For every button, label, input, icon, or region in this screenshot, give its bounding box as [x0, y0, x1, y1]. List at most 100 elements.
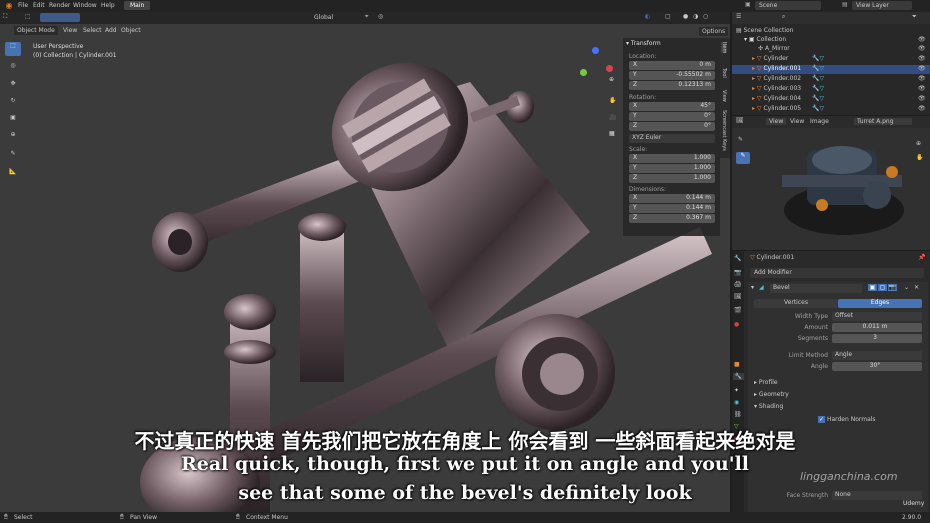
rotation-x-field[interactable]: X 45°	[629, 102, 715, 111]
limit-method-dropdown[interactable]: Angle	[832, 351, 922, 360]
menu-help[interactable]: Help	[101, 2, 115, 9]
image-pan-icon[interactable]: ✋	[916, 154, 923, 161]
add-modifier-dropdown[interactable]: Add Modifier	[750, 268, 924, 278]
shading-material-icon[interactable]: ◑	[693, 13, 698, 20]
tab-item[interactable]: Item	[721, 42, 727, 54]
rotation-y-field[interactable]: Y 0°	[629, 112, 715, 121]
outliner-row[interactable]: ▸ ▽ Cylinder.003 🔧▽ 👁	[732, 85, 930, 94]
image-annotate-tool-icon[interactable]: ✎	[736, 152, 750, 164]
workspace-tab-main[interactable]: Main	[124, 1, 151, 10]
remove-modifier-icon[interactable]: ✕	[914, 284, 919, 291]
outliner-filter-icon[interactable]: ⏷	[912, 13, 917, 21]
outliner-search-icon[interactable]: ⌕	[782, 13, 785, 21]
visibility-icon[interactable]: 👁	[918, 95, 926, 102]
geometry-subpanel[interactable]: ▸ Geometry	[754, 391, 789, 398]
collection-visibility-icon[interactable]: 👁	[918, 36, 926, 43]
editmode-toggle-icon[interactable]: ▣	[868, 284, 877, 291]
scale-y-field[interactable]: Y 1.000	[629, 164, 715, 173]
visibility-icon[interactable]: 👁	[918, 45, 926, 52]
scene-properties-icon[interactable]: 🎬	[734, 307, 741, 314]
render-toggle-icon[interactable]: 📷	[888, 284, 897, 291]
annotate-tool-icon[interactable]: ✎	[5, 150, 21, 164]
visibility-icon[interactable]: 👁	[918, 85, 926, 92]
visibility-icon[interactable]: 👁	[918, 55, 926, 62]
tab-tool[interactable]: Tool	[721, 68, 727, 78]
face-strength-dropdown[interactable]: None	[832, 491, 922, 500]
dimensions-z-field[interactable]: Z 0.367 m	[629, 214, 715, 223]
rotate-tool-icon[interactable]: ↻	[5, 97, 21, 111]
select-box-icon[interactable]: ⬚	[25, 13, 31, 20]
tab-edges[interactable]: Edges	[838, 299, 922, 308]
menu-view-mode[interactable]: View	[766, 118, 787, 125]
output-properties-icon[interactable]: 🖨	[734, 281, 742, 288]
select-tool-icon[interactable]: ⬚	[5, 42, 21, 56]
camera-view-icon[interactable]: 🎥	[609, 114, 616, 121]
location-z-field[interactable]: Z 0.12313 m	[629, 81, 715, 90]
editor-type-icon[interactable]: ⛶	[3, 13, 7, 21]
menu-edit[interactable]: Edit	[33, 2, 45, 9]
object-name-row[interactable]: ▽ Cylinder.001	[750, 254, 794, 261]
outliner-editor-icon[interactable]: ☰	[736, 13, 741, 20]
menu-render[interactable]: Render	[49, 2, 70, 9]
visibility-icon[interactable]: 👁	[918, 105, 926, 112]
object-properties-icon[interactable]: ■	[734, 361, 740, 368]
transform-tool-icon[interactable]: ⊕	[5, 131, 21, 145]
menu-view[interactable]: View	[63, 27, 77, 34]
segments-field[interactable]: 3	[832, 334, 922, 343]
viewport-toggle-icon[interactable]: ▢	[878, 284, 887, 291]
menu-image[interactable]: Image	[810, 118, 829, 125]
visibility-icon[interactable]: 👁	[918, 65, 926, 72]
move-tool-icon[interactable]: ✥	[5, 80, 21, 94]
proportional-edit-icon[interactable]: ◎	[378, 13, 383, 20]
tool-properties-icon[interactable]: 🔧	[734, 255, 741, 262]
tab-screencast-keys[interactable]: Screencast Keys	[721, 110, 727, 151]
location-y-field[interactable]: Y -0.55502 m	[629, 71, 715, 80]
view-layer-selector[interactable]: View Layer	[852, 1, 912, 10]
snap-icon[interactable]: ⌖	[365, 13, 368, 21]
gizmo-x-axis[interactable]	[606, 65, 613, 72]
xray-icon[interactable]: ▢	[665, 13, 671, 20]
tab-vertices[interactable]: Vertices	[754, 299, 838, 308]
collection-row[interactable]: ▾ ▣ Collection	[744, 36, 786, 43]
constraints-properties-icon[interactable]: ⛓	[734, 411, 742, 418]
blender-logo-icon[interactable]: ◉	[4, 1, 14, 11]
tab-view[interactable]: View	[721, 90, 727, 102]
shading-subpanel[interactable]: ▾ Shading	[754, 403, 783, 410]
location-x-field[interactable]: X 0 m	[629, 61, 715, 70]
bevel-name-field[interactable]: Bevel	[770, 284, 862, 293]
mode-icon-a[interactable]	[40, 13, 80, 22]
scale-x-field[interactable]: X 1.000	[629, 154, 715, 163]
world-properties-icon[interactable]: ●	[734, 321, 739, 328]
modifier-menu-icon[interactable]: ⌄	[904, 284, 909, 291]
gizmo-y-axis[interactable]	[580, 69, 587, 76]
shading-rendered-icon[interactable]: ○	[703, 13, 708, 20]
dimensions-y-field[interactable]: Y 0.144 m	[629, 204, 715, 213]
scale-z-field[interactable]: Z 1.000	[629, 174, 715, 183]
menu-add[interactable]: Add	[105, 27, 117, 34]
dimensions-x-field[interactable]: X 0.144 m	[629, 194, 715, 203]
options-dropdown[interactable]: Options	[699, 27, 729, 36]
menu-file[interactable]: File	[18, 2, 28, 9]
outliner-row[interactable]: ▸ ▽ Cylinder 🔧▽ 👁	[732, 55, 930, 64]
overlay-icon[interactable]: ◐	[645, 13, 650, 20]
menu-window[interactable]: Window	[73, 2, 97, 9]
menu-object[interactable]: Object	[121, 27, 141, 34]
image-sample-tool-icon[interactable]: ✎	[738, 136, 743, 143]
particles-properties-icon[interactable]: ✦	[734, 387, 739, 394]
physics-properties-icon[interactable]: ◉	[734, 399, 739, 406]
image-name-field[interactable]: Turret A.png	[854, 118, 912, 125]
scale-tool-icon[interactable]: ▣	[5, 114, 21, 128]
gizmo-z-axis[interactable]	[592, 47, 599, 54]
pan-hand-icon[interactable]: ✋	[609, 97, 616, 104]
width-type-dropdown[interactable]: Offset	[832, 312, 922, 321]
outliner-row[interactable]: ✣ A_Mirror 👁	[732, 45, 930, 54]
outliner-row[interactable]: ▸ ▽ Cylinder.004 🔧▽ 👁	[732, 95, 930, 104]
cursor-tool-icon[interactable]: ◎	[5, 62, 21, 76]
ortho-grid-icon[interactable]: ▦	[609, 130, 615, 137]
rotation-mode-dropdown[interactable]: XYZ Euler	[629, 134, 715, 143]
image-editor-type-icon[interactable]: 🖼	[736, 117, 744, 124]
render-properties-icon[interactable]: 📷	[734, 269, 741, 276]
view-layer-properties-icon[interactable]: 🖼	[734, 293, 742, 300]
shading-solid-icon[interactable]: ●	[683, 13, 688, 20]
harden-normals-checkbox[interactable]: ✓ Harden Normals	[818, 416, 876, 423]
